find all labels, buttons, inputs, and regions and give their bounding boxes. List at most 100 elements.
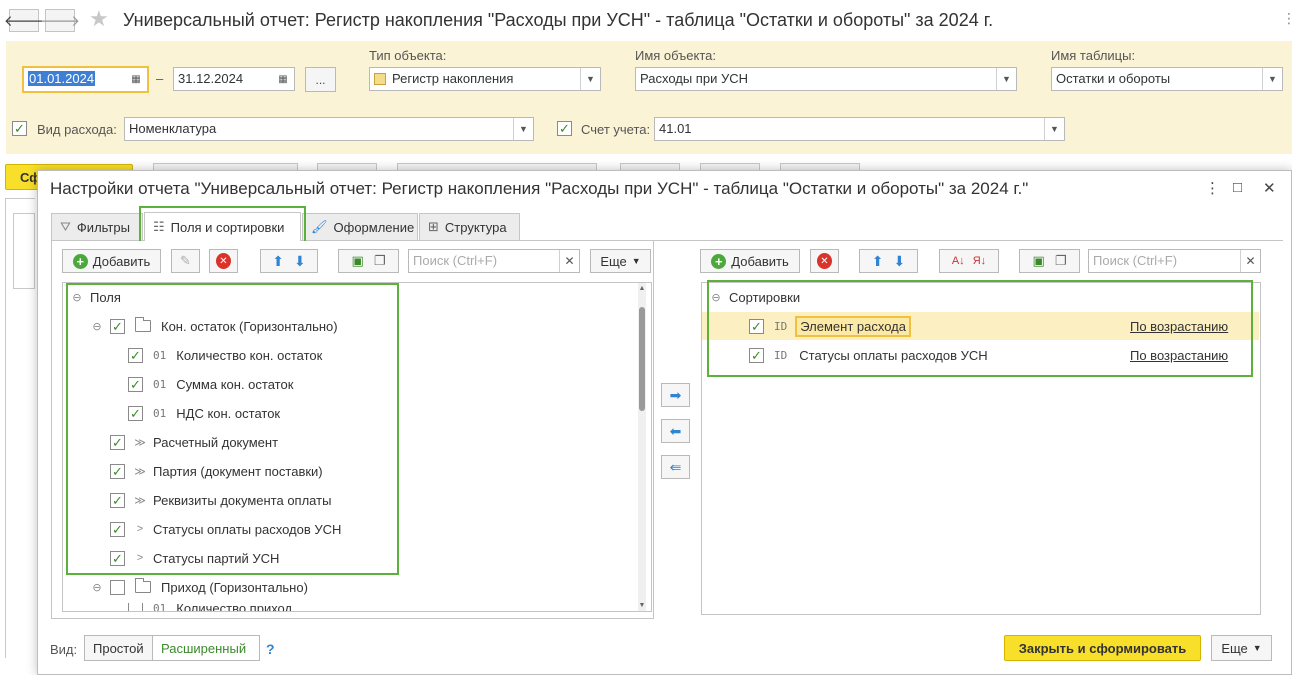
tree-root-fields[interactable]: ⊖ Поля <box>70 287 121 307</box>
footer-more-button[interactable]: Еще ▼ <box>1211 635 1272 661</box>
chevron-down-icon[interactable]: ▼ <box>1044 118 1064 140</box>
move-all-from-sort-button[interactable]: ⇚ <box>661 455 690 479</box>
tab-appearance[interactable]: 🖌 Оформление <box>302 213 418 240</box>
sort-search-input[interactable]: Поиск (Ctrl+F) ✕ <box>1088 249 1261 273</box>
date-to-field[interactable]: 31.12.2024 ▦ <box>173 67 295 91</box>
expense-type-field[interactable]: Номенклатура ▼ <box>124 117 534 141</box>
help-icon[interactable]: ? <box>266 641 275 657</box>
delete-field-button[interactable]: ✕ <box>209 249 238 273</box>
item-checkbox[interactable]: ✓ <box>128 376 143 392</box>
tree-item[interactable]: ✓ 01 Сумма кон. остаток <box>128 374 293 394</box>
object-name-field[interactable]: Расходы при УСН ▼ <box>635 67 1017 91</box>
move-from-sort-button[interactable]: ⬅ <box>661 419 690 443</box>
uncheck-all-icon[interactable]: ❐ <box>374 253 386 269</box>
tree-item[interactable]: ✓ ≫ Реквизиты документа оплаты <box>110 490 331 510</box>
tree-group-receipt[interactable]: ⊖ ✓ Приход (Горизонтально) <box>90 577 308 597</box>
scroll-up-icon[interactable]: ▲ <box>638 285 646 292</box>
expand-icon[interactable]: > <box>133 523 147 535</box>
tree-item[interactable]: ✓ ≫ Расчетный документ <box>110 432 278 452</box>
tree-item[interactable]: ✓ 01 Количество приход <box>128 603 292 611</box>
item-checkbox[interactable]: ✓ <box>749 347 764 363</box>
sort-order-link[interactable]: По возрастанию <box>1130 316 1228 336</box>
check-all-icon[interactable]: ▣ <box>1033 253 1045 269</box>
expand-icon[interactable]: > <box>133 552 147 564</box>
tree-group-end-balance[interactable]: ⊖ ✓ Кон. остаток (Горизонтально) <box>90 316 338 336</box>
expense-type-checkbox[interactable]: ✓ <box>12 121 27 136</box>
group-checkbox[interactable]: ✓ <box>110 579 125 595</box>
fields-search-input[interactable]: Поиск (Ctrl+F) ✕ <box>408 249 580 273</box>
calendar-icon[interactable]: ▦ <box>272 68 294 90</box>
object-type-field[interactable]: Регистр накопления ▼ <box>369 67 601 91</box>
tree-item[interactable]: ✓ > Статусы партий УСН <box>110 548 279 568</box>
back-button[interactable]: 🡐 <box>4 9 44 32</box>
edit-field-button[interactable]: ✎ <box>171 249 200 273</box>
item-checkbox[interactable]: ✓ <box>749 318 764 334</box>
tree-item[interactable]: ✓ > Статусы оплаты расходов УСН <box>110 519 341 539</box>
tab-filters[interactable]: ⛛ Фильтры <box>51 213 143 240</box>
sort-row[interactable]: ✓ ID Статусы оплаты расходов УСН <box>749 345 988 365</box>
sort-ascending-icon[interactable]: A↓ <box>952 255 965 267</box>
collapse-icon[interactable]: ⊖ <box>709 291 723 304</box>
tree-root-sortings[interactable]: ⊖ Сортировки <box>709 287 800 307</box>
scroll-down-icon[interactable]: ▼ <box>638 602 646 609</box>
tab-fields-and-sorting[interactable]: ☷ Поля и сортировки <box>144 212 301 241</box>
tab-structure[interactable]: ⊞ Структура <box>419 213 520 240</box>
sort-field-name[interactable]: Элемент расхода <box>795 315 911 337</box>
item-checkbox[interactable]: ✓ <box>128 405 143 421</box>
clear-icon[interactable]: ✕ <box>1240 250 1260 272</box>
collapse-icon[interactable]: ⊖ <box>90 320 104 333</box>
expand-icon[interactable]: ≫ <box>133 494 147 507</box>
item-checkbox[interactable]: ✓ <box>110 434 125 450</box>
dialog-menu-icon[interactable]: ⋮ <box>1205 179 1220 197</box>
date-from-field[interactable]: 01.01.2024 ▦ <box>22 66 149 93</box>
clear-icon[interactable]: ✕ <box>559 250 579 272</box>
add-sort-button[interactable]: + Добавить <box>700 249 800 273</box>
delete-sort-button[interactable]: ✕ <box>810 249 839 273</box>
scroll-thumb[interactable] <box>639 307 645 411</box>
sort-field-name[interactable]: Статусы оплаты расходов УСН <box>799 348 987 363</box>
sort-row[interactable]: ✓ ID Элемент расхода <box>749 315 911 337</box>
item-checkbox[interactable]: ✓ <box>110 492 125 508</box>
add-field-button[interactable]: + Добавить <box>62 249 161 273</box>
sort-move-buttons[interactable]: ⬆ ⬇ <box>859 249 918 273</box>
tree-item[interactable]: ✓ 01 Количество кон. остаток <box>128 345 322 365</box>
table-name-field[interactable]: Остатки и обороты ▼ <box>1051 67 1283 91</box>
sort-direction-buttons[interactable]: A↓ Я↓ <box>939 249 999 273</box>
expand-icon[interactable]: ≫ <box>133 465 147 478</box>
fields-scrollbar[interactable]: ▲ ▼ <box>638 283 646 611</box>
chevron-down-icon[interactable]: ▼ <box>513 118 533 140</box>
chevron-down-icon[interactable]: ▼ <box>996 68 1016 90</box>
more-icon[interactable]: ⋮ <box>1282 10 1292 27</box>
view-extended-button[interactable]: Расширенный <box>152 635 260 661</box>
chevron-down-icon[interactable]: ▼ <box>580 68 600 90</box>
account-field[interactable]: 41.01 ▼ <box>654 117 1065 141</box>
maximize-icon[interactable]: □ <box>1233 179 1242 196</box>
collapse-icon[interactable]: ⊖ <box>70 291 84 304</box>
uncheck-all-icon[interactable]: ❐ <box>1055 253 1067 269</box>
expand-icon[interactable]: ≫ <box>133 436 147 449</box>
view-simple-button[interactable]: Простой <box>84 635 153 661</box>
star-icon[interactable]: ★ <box>89 6 109 32</box>
collapse-icon[interactable]: ⊖ <box>90 581 104 594</box>
forward-button[interactable]: 🡒 <box>40 9 80 32</box>
close-and-form-button[interactable]: Закрыть и сформировать <box>1004 635 1201 661</box>
group-checkbox[interactable]: ✓ <box>110 318 125 334</box>
period-select-button[interactable]: ... <box>305 67 336 92</box>
tree-item[interactable]: ✓ ≫ Партия (документ поставки) <box>110 461 323 481</box>
item-checkbox[interactable]: ✓ <box>128 347 143 363</box>
check-all-icon[interactable]: ▣ <box>352 253 364 269</box>
arrow-down-icon[interactable]: ⬇ <box>894 253 906 270</box>
sort-check-buttons[interactable]: ▣ ❐ <box>1019 249 1080 273</box>
close-icon[interactable]: ✕ <box>1263 179 1276 197</box>
sort-order-link[interactable]: По возрастанию <box>1130 345 1228 365</box>
item-checkbox[interactable]: ✓ <box>110 521 125 537</box>
more-button[interactable]: Еще ▼ <box>590 249 651 273</box>
arrow-up-icon[interactable]: ⬆ <box>272 253 284 270</box>
calendar-icon[interactable]: ▦ <box>125 68 147 91</box>
item-checkbox[interactable]: ✓ <box>128 603 143 611</box>
arrow-down-icon[interactable]: ⬇ <box>294 253 306 270</box>
tree-item[interactable]: ✓ 01 НДС кон. остаток <box>128 403 280 423</box>
account-checkbox[interactable]: ✓ <box>557 121 572 136</box>
sort-descending-icon[interactable]: Я↓ <box>973 255 986 267</box>
chevron-down-icon[interactable]: ▼ <box>1262 68 1282 90</box>
